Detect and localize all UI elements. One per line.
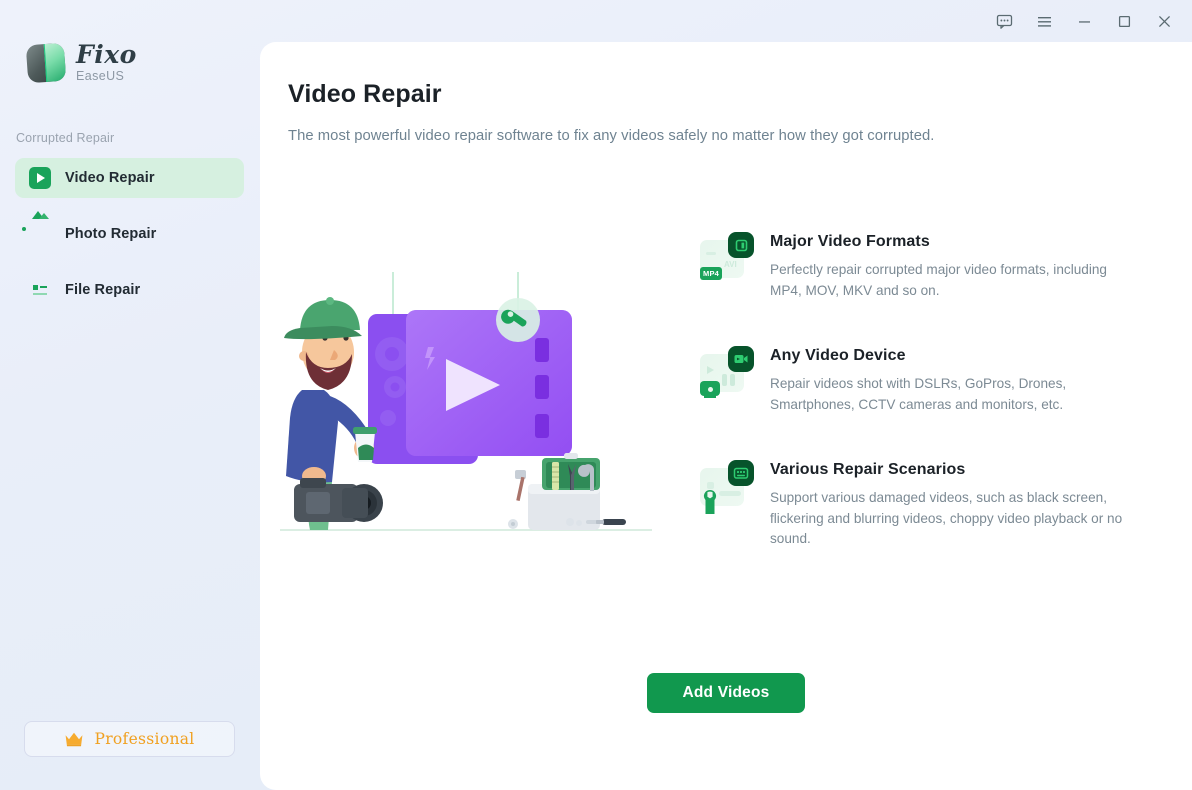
sidebar-section-label: Corrupted Repair: [16, 131, 115, 145]
feature-title: Major Video Formats: [770, 233, 930, 250]
sidebar-item-label: File Repair: [65, 282, 141, 298]
menu-icon[interactable]: [1024, 5, 1064, 37]
camcorder-badge-icon: [728, 346, 754, 372]
format-badge-icon: [728, 232, 754, 258]
sidebar-nav: Video Repair Photo Repair File Repair: [15, 158, 244, 326]
app-window: Fixo EaseUS Corrupted Repair Video Repai…: [0, 0, 1192, 790]
sidebar-item-label: Photo Repair: [65, 226, 157, 242]
sidebar-item-video-repair[interactable]: Video Repair: [15, 158, 244, 198]
repair-scenarios-icon: [700, 460, 754, 514]
feedback-icon[interactable]: [984, 5, 1024, 37]
maximize-icon[interactable]: [1104, 5, 1144, 37]
page-title: Video Repair: [288, 80, 442, 108]
title-bar: [0, 0, 1192, 42]
photo-icon: [21, 211, 51, 245]
video-formats-icon: AVI MP4: [700, 232, 754, 286]
crown-icon: [66, 732, 83, 747]
sidebar: Fixo EaseUS Corrupted Repair Video Repai…: [0, 0, 260, 790]
wrench-icon: [703, 490, 717, 514]
video-device-icon: [700, 346, 754, 400]
sidebar-item-photo-repair[interactable]: Photo Repair: [15, 211, 244, 254]
feature-description: Perfectly repair corrupted major video f…: [770, 262, 1107, 298]
sidebar-item-file-repair[interactable]: File Repair: [15, 270, 244, 310]
video-icon: [29, 167, 51, 189]
logo-subtitle: EaseUS: [76, 69, 125, 83]
page-subtitle: The most powerful video repair software …: [288, 128, 935, 144]
feature-item: Any Video Device Repair videos shot with…: [700, 344, 1160, 415]
format-tag: MP4: [700, 267, 723, 280]
feature-title: Any Video Device: [770, 347, 906, 364]
sidebar-item-label: Video Repair: [65, 170, 155, 186]
file-icon: [29, 279, 51, 301]
minimize-icon[interactable]: [1064, 5, 1104, 37]
add-videos-button[interactable]: Add Videos: [647, 673, 805, 713]
professional-badge[interactable]: Professional: [24, 721, 235, 757]
feature-item: AVI MP4 Major Video Formats Perfectly re…: [700, 230, 1160, 301]
close-icon[interactable]: [1144, 5, 1184, 37]
video-repair-illustration: [280, 272, 652, 531]
main-content: Video Repair The most powerful video rep…: [260, 42, 1192, 790]
fixo-logo-icon: [25, 42, 67, 84]
feature-title: Various Repair Scenarios: [770, 461, 966, 478]
scenario-badge-icon: [728, 460, 754, 486]
feature-list: AVI MP4 Major Video Formats Perfectly re…: [700, 230, 1160, 593]
feature-item: Various Repair Scenarios Support various…: [700, 458, 1160, 550]
logo-title: Fixo: [76, 40, 137, 69]
professional-label: Professional: [94, 730, 195, 748]
app-logo: Fixo EaseUS: [25, 40, 137, 85]
feature-description: Support various damaged videos, such as …: [770, 490, 1123, 546]
feature-description: Repair videos shot with DSLRs, GoPros, D…: [770, 376, 1067, 412]
